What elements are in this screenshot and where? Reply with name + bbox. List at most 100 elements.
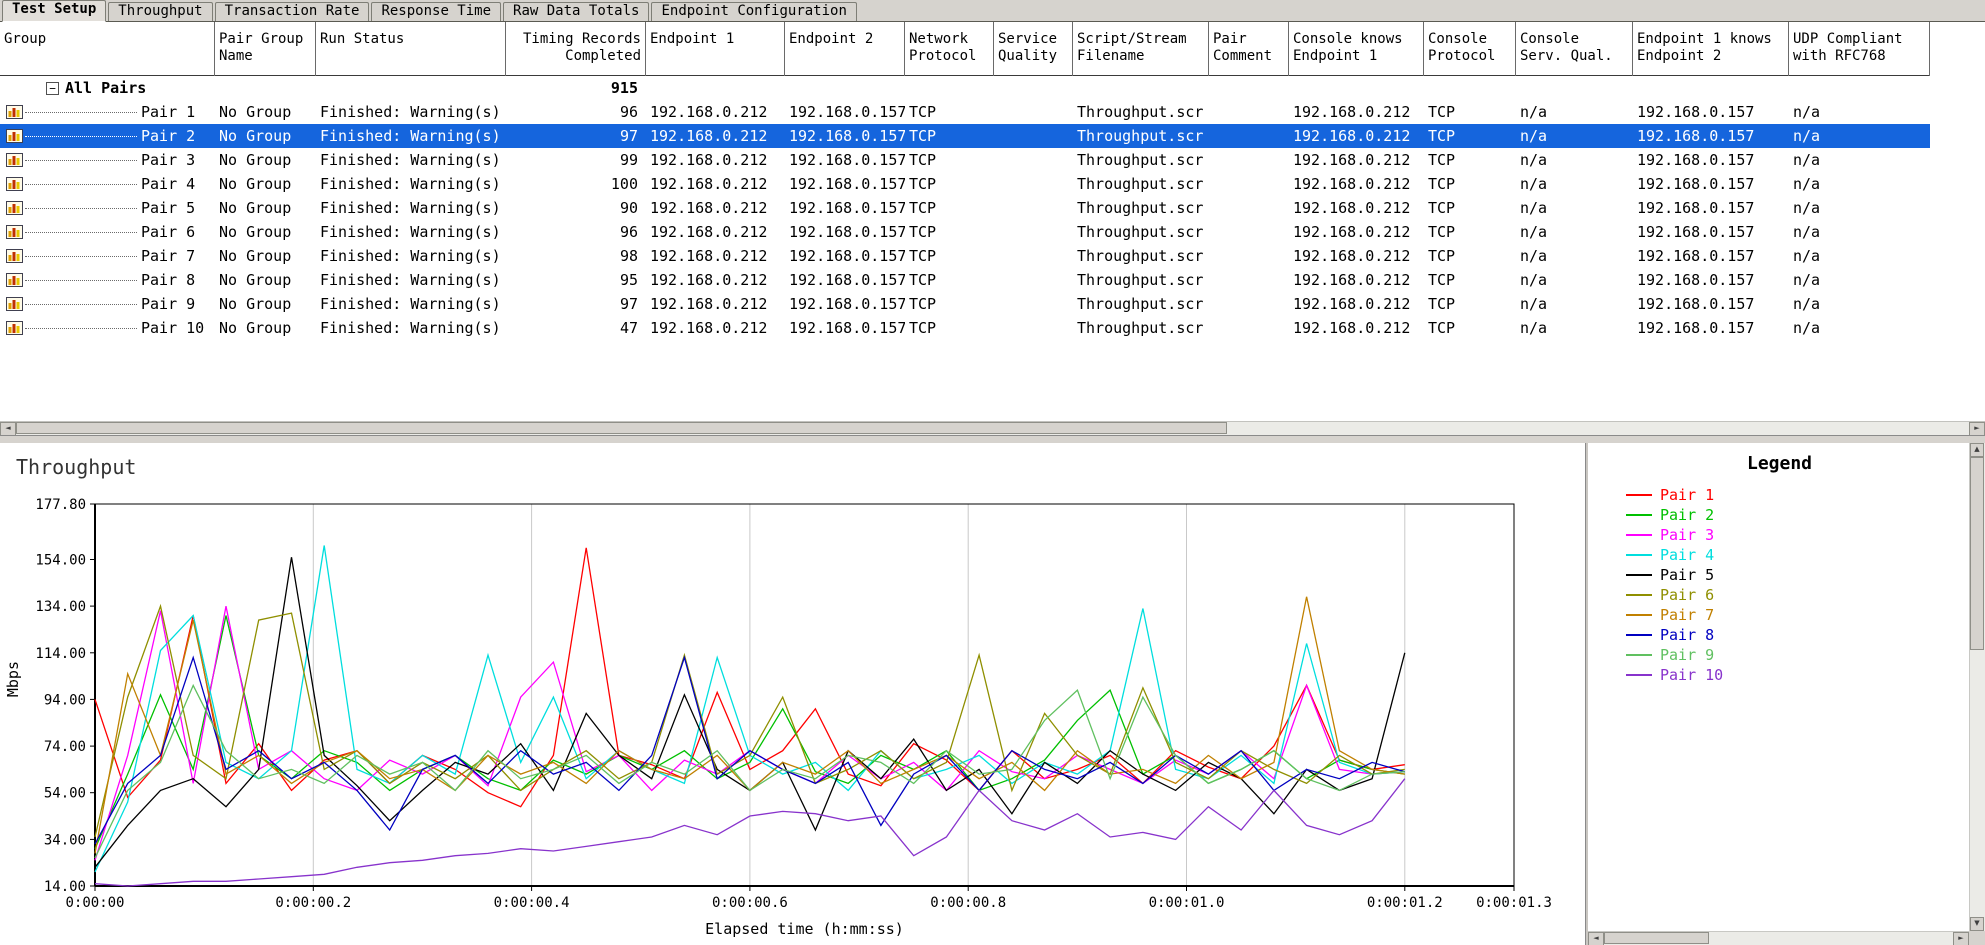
legend-line-sample bbox=[1626, 594, 1652, 596]
scrollbar-thumb[interactable] bbox=[1970, 457, 1984, 650]
scrollbar-track[interactable] bbox=[16, 422, 1969, 435]
cell bbox=[994, 316, 1073, 340]
legend-list: Pair 1Pair 2Pair 3Pair 4Pair 5Pair 6Pair… bbox=[1626, 485, 1723, 685]
cell: 192.168.0.212 bbox=[646, 100, 785, 124]
cell: 192.168.0.212 bbox=[1289, 100, 1424, 124]
legend-label: Pair 7 bbox=[1660, 606, 1714, 624]
cell bbox=[994, 292, 1073, 316]
scroll-right-icon[interactable]: ► bbox=[1969, 422, 1985, 436]
table-row-pair-3[interactable]: Pair 3No GroupFinished: Warning(s)99192.… bbox=[0, 148, 1930, 172]
cell: 192.168.0.212 bbox=[1289, 148, 1424, 172]
pane-splitter[interactable] bbox=[0, 435, 1985, 443]
table-row-pair-8[interactable]: Pair 8No GroupFinished: Warning(s)95192.… bbox=[0, 268, 1930, 292]
group-cell: Pair 3 bbox=[0, 148, 215, 172]
pair-label: Pair 3 bbox=[141, 148, 195, 172]
column-header[interactable]: Endpoint 1 bbox=[646, 22, 785, 76]
cell: 192.168.0.157 bbox=[785, 100, 905, 124]
scroll-up-icon[interactable]: ▲ bbox=[1970, 443, 1984, 457]
scroll-down-icon[interactable]: ▼ bbox=[1970, 917, 1984, 931]
column-header[interactable]: Endpoint 1 knows Endpoint 2 bbox=[1633, 22, 1789, 76]
column-header[interactable]: Network Protocol bbox=[905, 22, 994, 76]
group-cell: Pair 10 bbox=[0, 316, 215, 340]
table-row-pair-2[interactable]: Pair 2No GroupFinished: Warning(s)97192.… bbox=[0, 124, 1930, 148]
cell: n/a bbox=[1789, 244, 1930, 268]
tree-connector bbox=[25, 304, 137, 305]
cell bbox=[1209, 316, 1289, 340]
column-header[interactable]: Script/Stream Filename bbox=[1073, 22, 1209, 76]
table-row-pair-1[interactable]: Pair 1No GroupFinished: Warning(s)96192.… bbox=[0, 100, 1930, 124]
y-tick-label: 114.00 bbox=[35, 646, 86, 662]
cell: 192.168.0.157 bbox=[785, 124, 905, 148]
scrollbar-track[interactable] bbox=[1970, 457, 1985, 917]
table-row-pair-10[interactable]: Pair 10No GroupFinished: Warning(s)47192… bbox=[0, 316, 1930, 340]
table-row-pair-7[interactable]: Pair 7No GroupFinished: Warning(s)98192.… bbox=[0, 244, 1930, 268]
column-header[interactable]: Group bbox=[0, 22, 215, 76]
cell: 192.168.0.157 bbox=[1633, 316, 1789, 340]
table-horizontal-scrollbar[interactable]: ◄ ► bbox=[0, 421, 1985, 435]
cell bbox=[1209, 268, 1289, 292]
column-header[interactable]: Timing Records Completed bbox=[506, 22, 646, 76]
cell bbox=[1209, 292, 1289, 316]
cell bbox=[994, 100, 1073, 124]
cell: Finished: Warning(s) bbox=[316, 124, 506, 148]
cell: n/a bbox=[1516, 172, 1633, 196]
cell: 192.168.0.212 bbox=[646, 124, 785, 148]
table-row-pair-5[interactable]: Pair 5No GroupFinished: Warning(s)90192.… bbox=[0, 196, 1930, 220]
collapse-icon[interactable]: − bbox=[46, 82, 59, 95]
tab-response-time[interactable]: Response Time bbox=[371, 2, 501, 21]
legend-line-sample bbox=[1626, 614, 1652, 616]
cell: Throughput.scr bbox=[1073, 100, 1209, 124]
column-header[interactable]: Service Quality bbox=[994, 22, 1073, 76]
table-body: −All Pairs915 Pair 1No GroupFinished: Wa… bbox=[0, 76, 1985, 340]
cell: Throughput.scr bbox=[1073, 172, 1209, 196]
legend-horizontal-scrollbar[interactable]: ◄ ► bbox=[1588, 931, 1969, 945]
column-header[interactable]: UDP Compliant with RFC768 bbox=[1789, 22, 1930, 76]
tab-test-setup[interactable]: Test Setup bbox=[2, 0, 106, 22]
legend-line-sample bbox=[1626, 654, 1652, 656]
scroll-left-icon[interactable]: ◄ bbox=[0, 422, 16, 436]
group-cell: −All Pairs bbox=[0, 76, 215, 100]
y-tick-label: 34.00 bbox=[44, 832, 86, 848]
column-header[interactable]: Console Serv. Qual. bbox=[1516, 22, 1633, 76]
x-tick-label: 0:00:00.2 bbox=[275, 895, 351, 911]
y-tick-label: 94.00 bbox=[44, 692, 86, 708]
column-header[interactable]: Run Status bbox=[316, 22, 506, 76]
cell: 192.168.0.212 bbox=[646, 148, 785, 172]
column-header[interactable]: Endpoint 2 bbox=[785, 22, 905, 76]
scrollbar-thumb[interactable] bbox=[16, 422, 1227, 434]
cell: TCP bbox=[1424, 244, 1516, 268]
cell: 192.168.0.157 bbox=[1633, 292, 1789, 316]
tab-throughput[interactable]: Throughput bbox=[108, 2, 212, 21]
column-header[interactable]: Pair Group Name bbox=[215, 22, 316, 76]
scroll-right-icon[interactable]: ► bbox=[1953, 932, 1969, 945]
cell: 99 bbox=[506, 148, 646, 172]
tab-transaction-rate[interactable]: Transaction Rate bbox=[215, 2, 370, 21]
table-row-pair-9[interactable]: Pair 9No GroupFinished: Warning(s)97192.… bbox=[0, 292, 1930, 316]
cell: TCP bbox=[905, 268, 994, 292]
column-header[interactable]: Console Protocol bbox=[1424, 22, 1516, 76]
table-row-pair-4[interactable]: Pair 4No GroupFinished: Warning(s)100192… bbox=[0, 172, 1930, 196]
chart-panel: 177.80154.00134.00114.0094.0074.0054.003… bbox=[0, 443, 1585, 945]
tab-endpoint-configuration[interactable]: Endpoint Configuration bbox=[651, 2, 856, 21]
legend-entry: Pair 3 bbox=[1626, 525, 1723, 545]
scrollbar-thumb[interactable] bbox=[1604, 932, 1709, 944]
legend-vertical-scrollbar[interactable]: ▲ ▼ bbox=[1969, 443, 1985, 931]
table-row-pair-6[interactable]: Pair 6No GroupFinished: Warning(s)96192.… bbox=[0, 220, 1930, 244]
table-row-all-pairs[interactable]: −All Pairs915 bbox=[0, 76, 1930, 100]
tab-raw-data-totals[interactable]: Raw Data Totals bbox=[503, 2, 649, 21]
scroll-left-icon[interactable]: ◄ bbox=[1588, 932, 1604, 945]
cell: 192.168.0.212 bbox=[646, 292, 785, 316]
cell: Finished: Warning(s) bbox=[316, 148, 506, 172]
cell: No Group bbox=[215, 244, 316, 268]
cell: n/a bbox=[1516, 316, 1633, 340]
cell: n/a bbox=[1516, 196, 1633, 220]
column-header[interactable]: Pair Comment bbox=[1209, 22, 1289, 76]
cell: Throughput.scr bbox=[1073, 292, 1209, 316]
cell bbox=[994, 244, 1073, 268]
scrollbar-track[interactable] bbox=[1604, 932, 1953, 945]
pair-label: Pair 4 bbox=[141, 172, 195, 196]
cell: 192.168.0.157 bbox=[1633, 148, 1789, 172]
column-header[interactable]: Console knows Endpoint 1 bbox=[1289, 22, 1424, 76]
cell: n/a bbox=[1516, 268, 1633, 292]
cell: 192.168.0.212 bbox=[646, 196, 785, 220]
